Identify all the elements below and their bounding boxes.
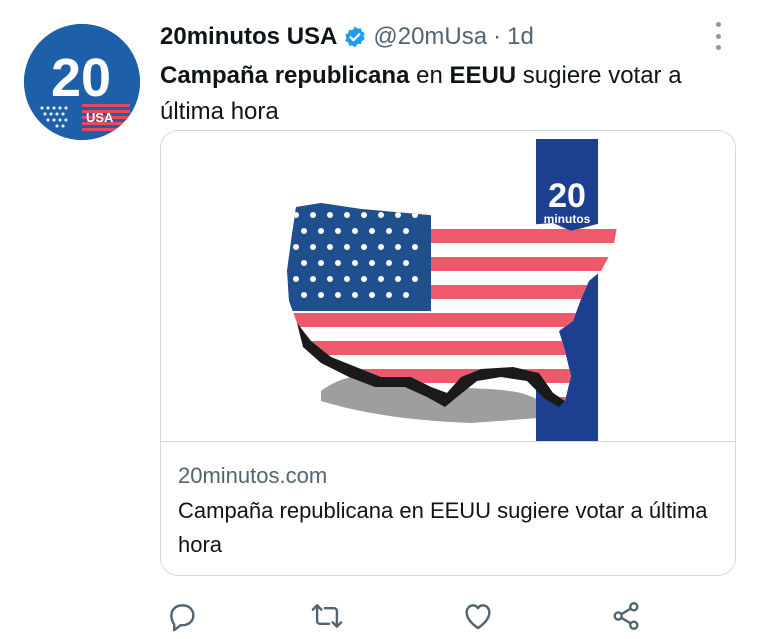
more-options-icon[interactable] <box>706 22 730 50</box>
like-icon[interactable] <box>460 598 496 634</box>
link-card[interactable]: 20 minutos 20minutos.com Campaña republi… <box>160 130 736 576</box>
share-icon[interactable] <box>608 598 644 634</box>
tweet-text-bold-2: EEUU <box>449 62 517 89</box>
tweet-text-mid: en <box>409 62 450 89</box>
handle[interactable]: @20mUsa <box>373 22 487 52</box>
display-name[interactable]: 20minutos USA <box>160 22 337 52</box>
action-bar <box>160 598 660 634</box>
retweet-icon[interactable] <box>309 598 345 634</box>
reply-icon[interactable] <box>164 598 200 634</box>
verified-badge-icon <box>343 25 367 49</box>
card-image: 20 minutos <box>161 131 735 441</box>
avatar[interactable]: 20 USA <box>24 24 140 140</box>
avatar-number: 20 <box>51 48 111 108</box>
tweet-text: Campaña republicana en EEUU sugiere vota… <box>160 58 740 130</box>
card-domain: 20minutos.com <box>178 463 328 488</box>
avatar-label: USA <box>86 110 114 125</box>
card-title: Campaña republicana en EEUU sugiere vota… <box>178 498 708 557</box>
separator: · <box>493 23 502 50</box>
card-meta: 20minutos.com Campaña republicana en EEU… <box>161 441 735 575</box>
card-logo-text: minutos <box>544 212 591 226</box>
timestamp[interactable]: 1d <box>507 22 534 52</box>
tweet-text-bold-1: Campaña republicana <box>160 62 410 89</box>
tweet-header: 20minutos USA @20mUsa · 1d <box>160 20 730 54</box>
card-logo-number: 20 <box>548 177 586 215</box>
